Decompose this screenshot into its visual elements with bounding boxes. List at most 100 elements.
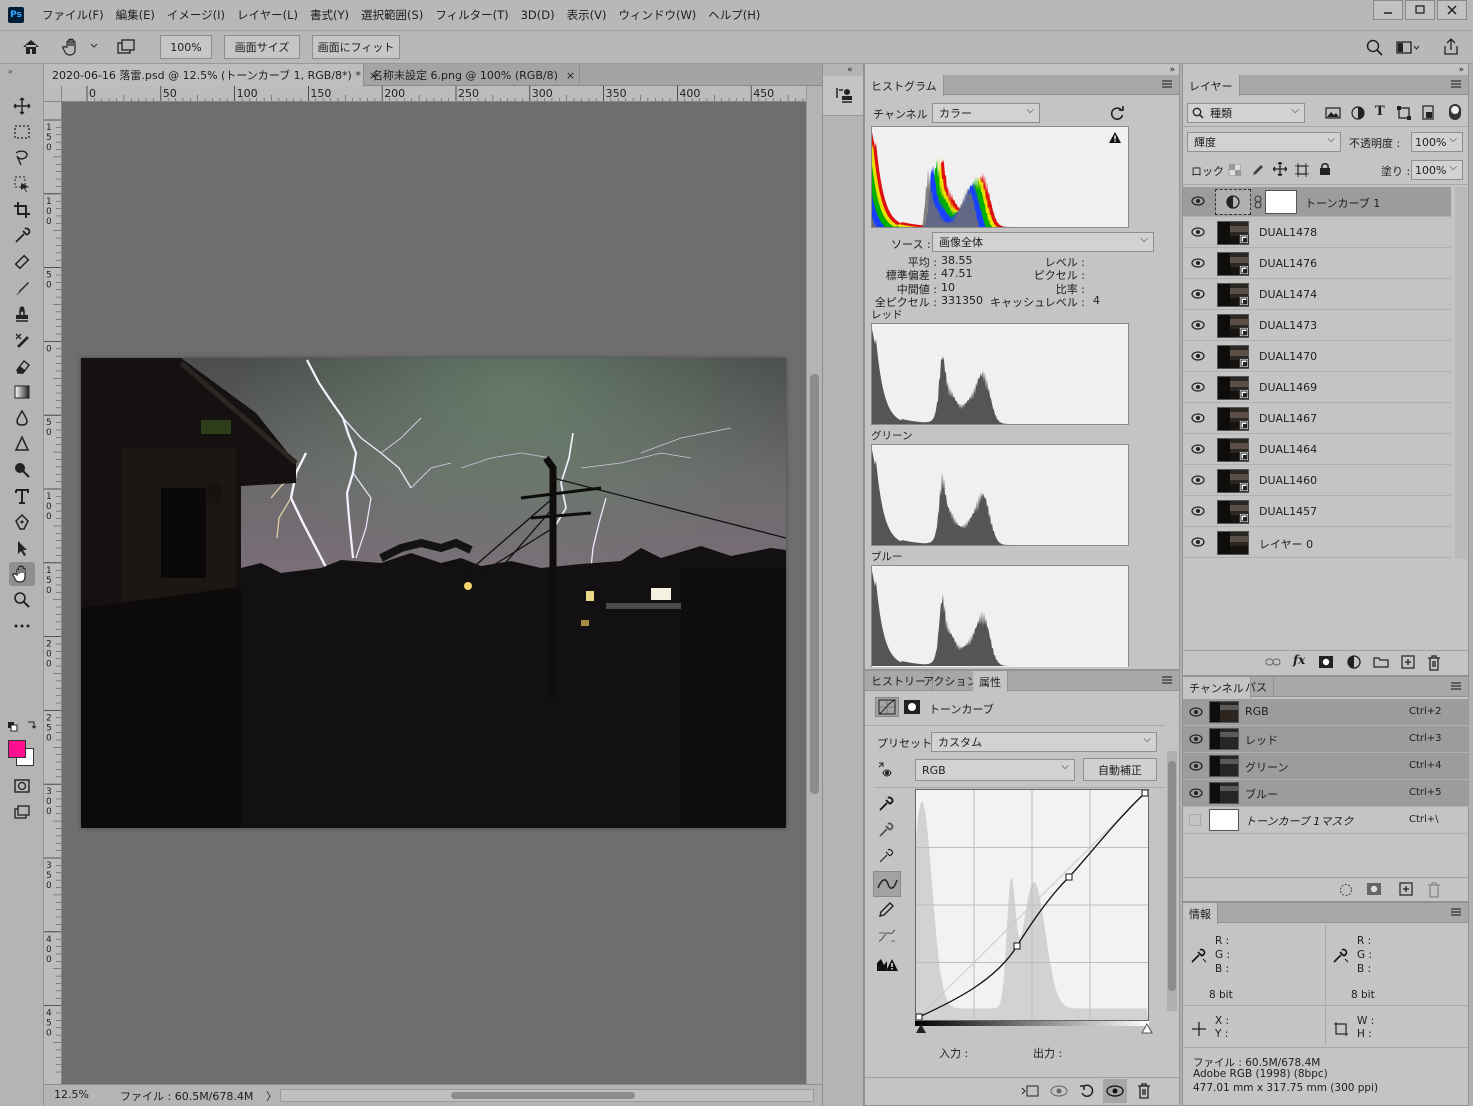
search-icon[interactable] <box>1366 39 1384 57</box>
screen-size-button[interactable]: 画面サイズ <box>224 35 300 59</box>
filter-pixel-icon[interactable] <box>1325 106 1341 120</box>
canvas-vertical-scrollbar[interactable] <box>806 86 822 1084</box>
layer-row[interactable]: DUAL1460 <box>1183 466 1451 496</box>
link-layers-icon[interactable] <box>1265 656 1281 668</box>
path-select-tool-icon[interactable] <box>9 510 35 534</box>
document-image[interactable] <box>81 358 786 828</box>
visibility-eye-icon[interactable] <box>1191 537 1205 547</box>
layer-row[interactable]: DUAL1478 <box>1183 218 1451 248</box>
eyedropper-readout-icon[interactable] <box>1189 947 1207 965</box>
hand-tool-preset-icon[interactable] <box>62 37 84 57</box>
hand-tool-icon[interactable] <box>9 562 35 586</box>
lock-all-icon[interactable] <box>1319 162 1331 176</box>
quick-mask-icon[interactable] <box>9 774 35 798</box>
on-image-adjust-icon[interactable] <box>877 761 897 779</box>
lock-artboard-icon[interactable] <box>1295 163 1309 177</box>
white-point-slider-icon[interactable] <box>1141 1023 1153 1035</box>
menu-image[interactable]: イメージ(I) <box>161 7 231 23</box>
panel-menu-icon[interactable] <box>1450 79 1462 89</box>
panel-menu-icon[interactable] <box>1450 907 1462 917</box>
channel-thumbnail[interactable] <box>1209 809 1239 831</box>
new-group-icon[interactable] <box>1373 656 1389 668</box>
eraser-tool-icon[interactable] <box>9 354 35 378</box>
visibility-eye-icon[interactable] <box>1191 506 1205 516</box>
healing-brush-tool-icon[interactable] <box>9 250 35 274</box>
visibility-eye-icon[interactable] <box>1189 734 1203 744</box>
layer-row[interactable]: トーンカーブ 1 <box>1183 187 1451 217</box>
collapse-arrows-icon[interactable]: » <box>1458 65 1464 75</box>
layer-mask-thumbnail[interactable] <box>1265 190 1297 214</box>
doc-tab-inactive[interactable]: 名称未設定 6.png @ 100% (RGB/8) × <box>364 64 580 86</box>
delete-adjustment-icon[interactable] <box>1137 1083 1151 1099</box>
maximize-button[interactable] <box>1405 0 1435 20</box>
layer-row[interactable]: DUAL1470 <box>1183 342 1451 372</box>
menu-select[interactable]: 選択範囲(S) <box>355 7 429 23</box>
clip-to-layer-icon[interactable] <box>1021 1084 1039 1098</box>
visibility-eye-icon[interactable] <box>1189 707 1203 717</box>
expand-arrows-icon[interactable]: « <box>847 65 853 75</box>
mask-icon[interactable] <box>903 699 921 715</box>
delete-channel-icon[interactable] <box>1427 882 1441 898</box>
default-colors-icon[interactable] <box>8 722 18 732</box>
status-menu-arrow[interactable]: 〉 <box>266 1088 277 1104</box>
menu-3d[interactable]: 3D(D) <box>515 8 561 22</box>
visibility-eye-icon[interactable] <box>1191 320 1205 330</box>
layer-filter-select[interactable]: 種類 <box>1187 103 1305 123</box>
scrollbar-thumb[interactable] <box>810 374 819 794</box>
filter-smart-object-icon[interactable] <box>1421 105 1435 121</box>
filter-toggle-icon[interactable] <box>1449 104 1461 120</box>
zoom-level[interactable]: 12.5% <box>54 1088 89 1101</box>
channel-thumbnail[interactable] <box>1209 728 1239 750</box>
marquee-tool-icon[interactable] <box>9 120 35 144</box>
smooth-curve-icon[interactable] <box>877 927 897 945</box>
filter-type-icon[interactable]: T <box>1375 104 1385 119</box>
layer-row[interactable]: DUAL1473 <box>1183 311 1451 341</box>
visibility-eye-icon[interactable] <box>1191 475 1205 485</box>
chain-link-icon[interactable] <box>1254 195 1262 209</box>
layer-row[interactable]: DUAL1467 <box>1183 404 1451 434</box>
channel-row[interactable]: ブルー Ctrl+5 <box>1183 780 1469 807</box>
channel-thumbnail[interactable] <box>1209 782 1239 804</box>
collapse-arrows-icon[interactable]: » <box>8 67 13 76</box>
curve-control-point[interactable] <box>916 1013 923 1020</box>
delete-layer-icon[interactable] <box>1427 655 1441 671</box>
zoom-tool-icon[interactable] <box>9 588 35 612</box>
object-select-tool-icon[interactable] <box>9 172 35 196</box>
channel-row[interactable]: グリーン Ctrl+4 <box>1183 753 1469 780</box>
layer-row[interactable]: レイヤー 0 <box>1183 528 1451 558</box>
visibility-eye-icon[interactable] <box>1191 227 1205 237</box>
channel-row[interactable]: トーンカーブ 1マスク Ctrl+\ <box>1183 807 1469 834</box>
warning-icon[interactable] <box>1108 131 1122 144</box>
black-point-slider-icon[interactable] <box>915 1023 927 1035</box>
add-mask-icon[interactable] <box>1319 656 1333 668</box>
direct-select-tool-icon[interactable] <box>9 536 35 560</box>
swap-colors-icon[interactable] <box>26 721 36 731</box>
menu-file[interactable]: ファイル(F) <box>36 7 110 23</box>
brush-tool-icon[interactable] <box>9 276 35 300</box>
visibility-eye-icon[interactable] <box>1191 413 1205 423</box>
menu-type[interactable]: 書式(Y) <box>304 7 355 23</box>
filter-shape-icon[interactable] <box>1397 106 1411 120</box>
close-icon[interactable]: × <box>566 69 575 82</box>
tab-histogram[interactable]: ヒストグラム <box>865 75 944 96</box>
visibility-eye-icon[interactable] <box>1191 351 1205 361</box>
tab-layers[interactable]: レイヤー <box>1183 75 1240 96</box>
layer-row[interactable]: DUAL1464 <box>1183 435 1451 465</box>
visibility-eye-icon[interactable] <box>1189 761 1203 771</box>
workspace-icon[interactable] <box>1396 40 1420 56</box>
layer-thumbnail[interactable] <box>1217 531 1249 555</box>
visibility-eye-icon[interactable] <box>1191 444 1205 454</box>
panel-menu-icon[interactable] <box>1161 79 1173 89</box>
visibility-eye-icon[interactable] <box>1191 258 1205 268</box>
dodge-tool-icon[interactable] <box>9 432 35 456</box>
eyedropper-readout-icon[interactable] <box>1331 947 1349 965</box>
lock-pixels-icon[interactable] <box>1251 163 1265 177</box>
visibility-eye-icon[interactable] <box>1191 196 1205 206</box>
eyedropper-tool-icon[interactable] <box>9 224 35 248</box>
scrollbar-thumb[interactable] <box>1168 761 1176 991</box>
curve-graph[interactable] <box>915 789 1149 1021</box>
curve-control-point[interactable] <box>1013 942 1021 950</box>
chevron-down-icon[interactable] <box>90 43 98 49</box>
clone-stamp-tool-icon[interactable] <box>9 302 35 326</box>
auto-button[interactable]: 自動補正 <box>1083 758 1157 781</box>
